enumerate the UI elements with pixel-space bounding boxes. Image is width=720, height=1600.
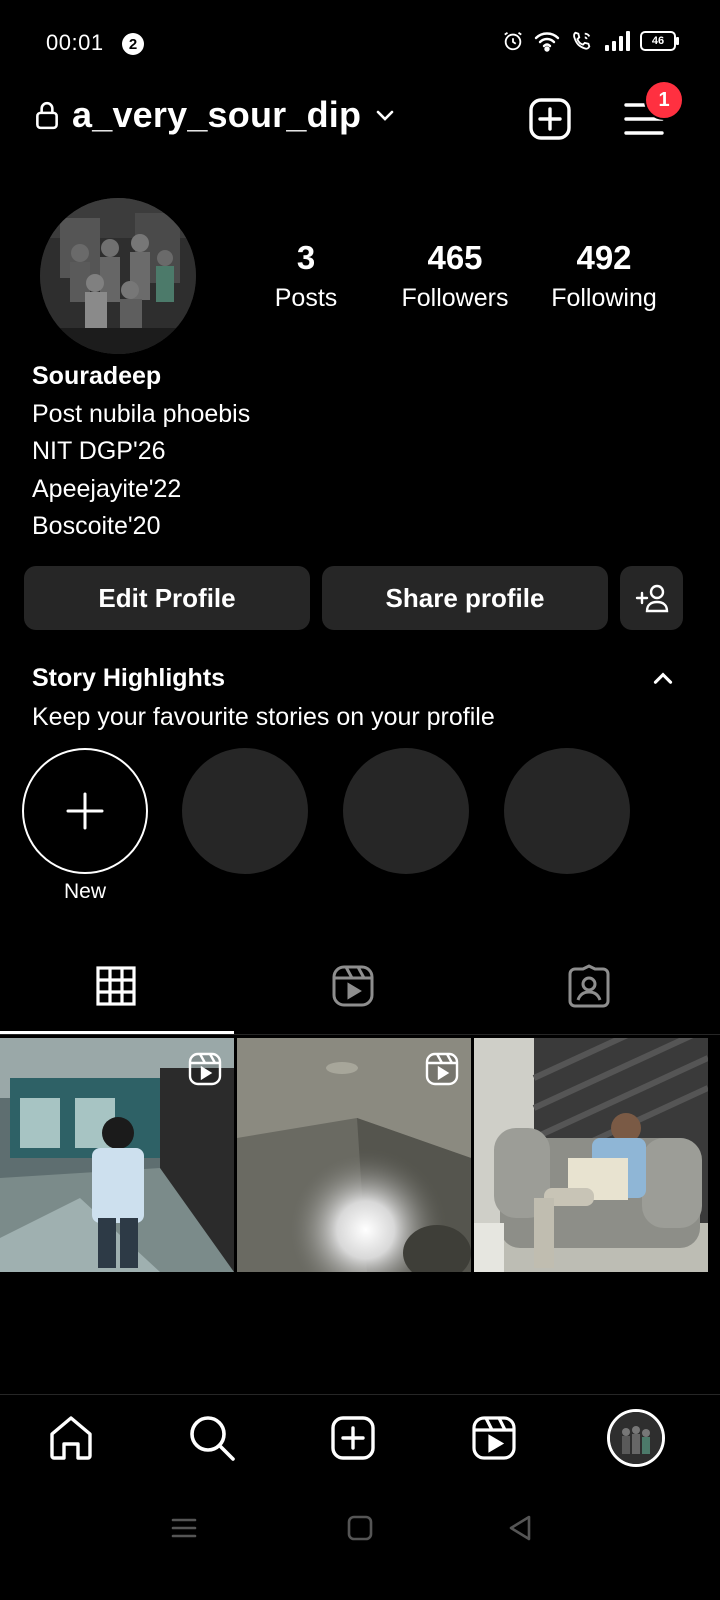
bottom-nav-divider [0,1394,720,1395]
chevron-up-icon[interactable] [650,666,676,692]
home-square-icon [347,1515,373,1541]
back-triangle-icon [509,1515,531,1541]
new-highlight-button[interactable] [22,748,148,874]
stat-followers[interactable]: 465 Followers [380,238,530,318]
stat-following-label: Following [551,284,657,312]
lock-icon [36,102,58,130]
profile-display-name: Souradeep [32,362,162,390]
account-switcher[interactable]: a_very_sour_dip [34,94,397,136]
stat-posts-value: 3 [296,239,316,276]
story-highlights-title: Story Highlights [32,664,226,692]
profile-avatar[interactable] [40,198,196,354]
stat-following[interactable]: 492 Following [529,238,679,318]
nav-home[interactable] [43,1410,99,1466]
status-time: 00:01 [46,30,104,55]
new-highlight-label: New [63,880,106,903]
stat-followers-label: Followers [401,284,509,312]
status-icons: 46 [502,30,679,52]
battery-icon: 46 [640,31,679,51]
story-highlights-subtitle: Keep your favourite stories on your prof… [32,703,495,731]
system-back-button[interactable] [500,1508,540,1548]
alarm-icon [504,31,522,51]
wifi-call-icon [573,31,591,50]
stat-posts-label: Posts [274,284,338,312]
post-thumbnail[interactable] [237,1038,471,1272]
system-recents-button[interactable] [164,1508,204,1548]
system-home-button[interactable] [340,1508,380,1548]
grid-icon [96,966,136,1006]
nav-create[interactable] [325,1410,381,1466]
nav-reels[interactable] [466,1410,522,1466]
post-thumbnail[interactable] [0,1038,234,1272]
home-icon [50,1416,92,1460]
share-profile-button[interactable]: Share profile [322,566,608,630]
stat-followers-value: 465 [427,239,483,276]
reel-badge-icon [425,1052,459,1086]
menu-notification-badge: 1 [644,80,684,120]
bio-line: Apeejayite'22 [32,474,182,503]
bio-line: Post nubila phoebis [32,399,251,428]
reels-icon [332,965,374,1007]
signal-icon [605,31,630,51]
profile-bio: Souradeep Post nubila phoebis NIT DGP'26… [32,358,250,546]
tab-reels[interactable] [329,962,377,1010]
highlight-placeholder [343,748,469,874]
search-icon [190,1416,235,1461]
bio-line: Boscoite'20 [32,512,161,540]
tagged-icon [568,964,610,1008]
tab-posts-grid[interactable] [92,962,140,1010]
reels-icon [472,1416,516,1460]
tab-divider [0,1034,720,1035]
edit-profile-button[interactable]: Edit Profile [24,566,310,630]
create-icon [331,1416,375,1460]
highlight-placeholder [504,748,630,874]
highlight-placeholder [182,748,308,874]
reel-badge-icon [188,1052,222,1086]
nav-profile-avatar[interactable] [607,1409,665,1467]
tab-tagged[interactable] [565,962,613,1010]
add-person-icon [635,584,668,613]
discover-people-button[interactable] [620,566,683,630]
profile-username: a_very_sour_dip [72,94,362,135]
recents-icon [171,1518,197,1538]
stat-following-value: 492 [576,239,632,276]
notification-count-badge: 2 [122,33,144,55]
plus-icon [66,792,104,830]
stat-posts[interactable]: 3 Posts [231,238,381,318]
bio-line: NIT DGP'26 [32,437,166,465]
chevron-down-icon [376,110,394,121]
post-thumbnail[interactable] [474,1038,708,1272]
create-button[interactable] [526,95,574,143]
create-plus-icon [529,98,571,140]
nav-search[interactable] [184,1410,240,1466]
wifi-icon [534,32,560,52]
